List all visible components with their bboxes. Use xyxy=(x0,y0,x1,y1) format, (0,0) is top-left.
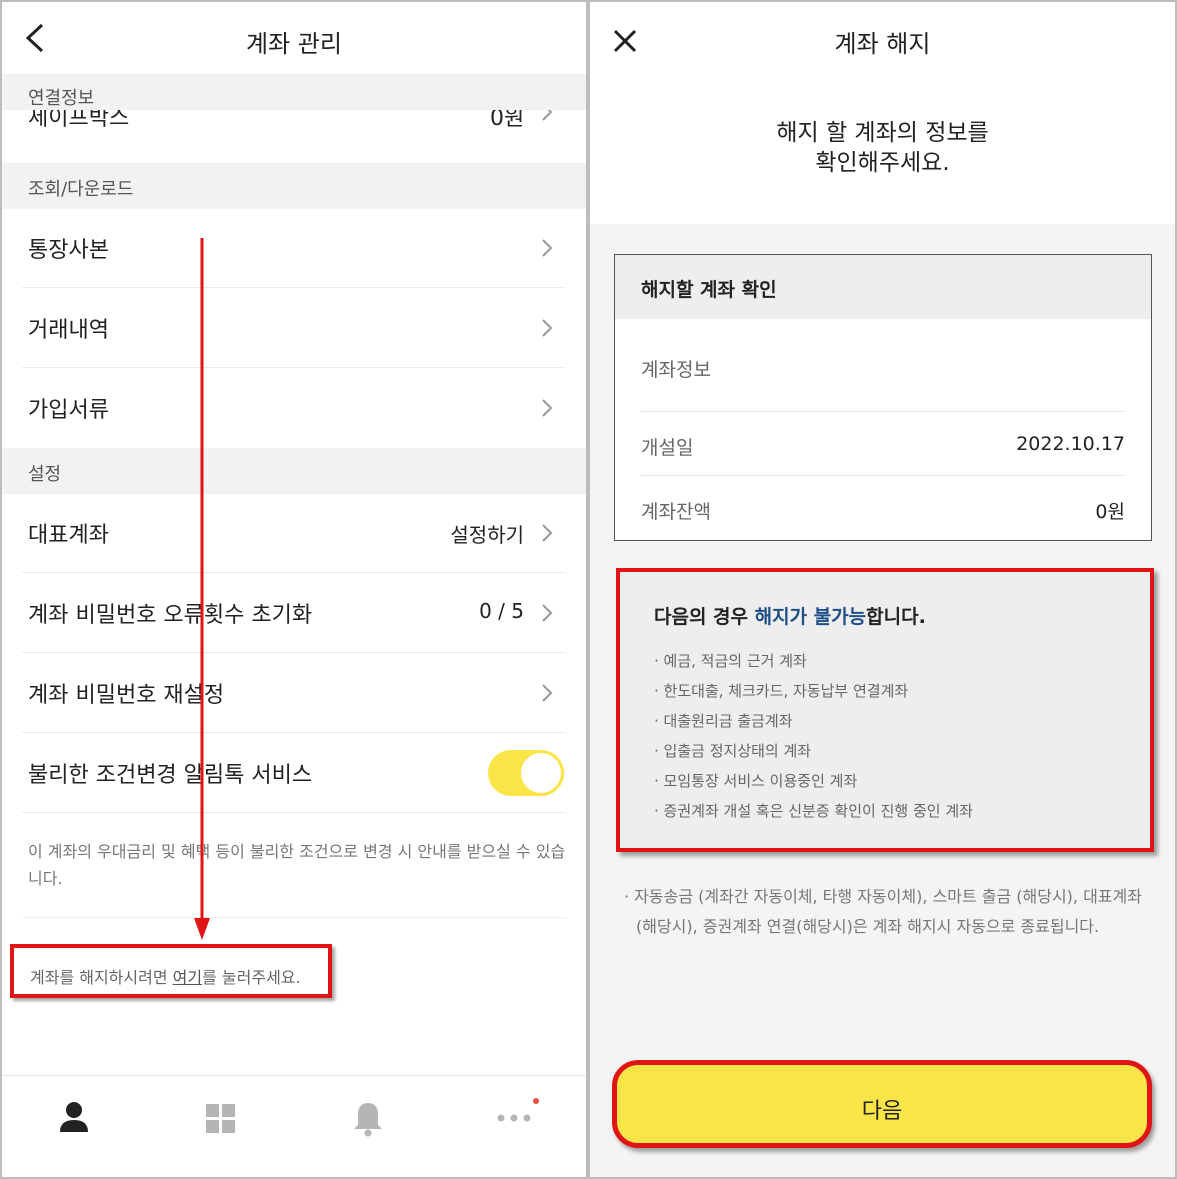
card-header: 해지할 계좌 확인 xyxy=(615,255,1151,319)
menu-item-bankbook-copy[interactable]: 통장사본 xyxy=(22,208,566,288)
header: 계좌 관리 xyxy=(2,2,586,74)
menu-item-alimtalk-service: 불리한 조건변경 알림톡 서비스 xyxy=(22,733,566,813)
menu-item-label: 불리한 조건변경 알림톡 서비스 xyxy=(28,763,313,788)
menu-item-signup-documents[interactable]: 가입서류 xyxy=(22,368,566,448)
headline: 해지 할 계좌의 정보를 확인해주세요. xyxy=(590,118,1175,178)
menu-item-password-error-reset[interactable]: 계좌 비밀번호 오류횟수 초기화 0 / 5 xyxy=(22,573,566,653)
toggle-knob xyxy=(521,753,561,793)
safebox-label: 세이프박스 xyxy=(28,110,130,130)
person-icon[interactable] xyxy=(54,1098,94,1138)
more-icon[interactable] xyxy=(494,1098,544,1138)
cancel-account-prompt: 계좌를 해지하시려면 여기를 눌러주세요. xyxy=(30,964,301,988)
headline-line-2: 확인해주세요. xyxy=(815,150,950,176)
annotation-arrow xyxy=(194,238,210,940)
menu-item-label: 통장사본 xyxy=(28,238,109,263)
cancel-prompt-after: 를 눌러주세요. xyxy=(202,968,301,987)
list-item: 예금, 적금의 근거 계좌 xyxy=(654,646,973,676)
divider xyxy=(641,411,1125,412)
chevron-right-icon xyxy=(542,524,553,542)
card-title: 해지할 계좌 확인 xyxy=(641,279,777,301)
menu-item-label: 거래내역 xyxy=(28,318,109,343)
menu-item-label: 가입서류 xyxy=(28,398,109,423)
card-label: 계좌정보 xyxy=(641,359,711,381)
cancellation-restrictions-box: 다음의 경우 해지가 불가능합니다. 예금, 적금의 근거 계좌 한도대출, 체… xyxy=(616,568,1154,852)
menu-item-value: 0 / 5 xyxy=(479,599,524,623)
card-label: 계좌잔액 xyxy=(641,501,711,523)
menu-item-transaction-history[interactable]: 거래내역 xyxy=(22,288,566,368)
cancel-account-link[interactable]: 여기 xyxy=(173,968,202,987)
notification-dot xyxy=(533,1098,539,1104)
chevron-right-icon xyxy=(542,319,553,337)
grid-icon[interactable] xyxy=(200,1098,240,1138)
card-label: 개설일 xyxy=(641,437,694,459)
screen-divider xyxy=(586,0,590,1179)
warning-title-before: 다음의 경우 xyxy=(654,606,755,628)
chevron-right-icon xyxy=(542,239,553,257)
chevron-right-icon xyxy=(542,684,553,702)
list-item: 한도대출, 체크카드, 자동납부 연결계좌 xyxy=(654,676,973,706)
auto-termination-note: 자동송금 (계좌간 자동이체, 타행 자동이체), 스마트 출금 (해당시), … xyxy=(624,882,1144,942)
list-item: 증권계좌 개설 혹은 신분증 확인이 진행 중인 계좌 xyxy=(654,796,973,826)
warning-title: 다음의 경우 해지가 불가능합니다. xyxy=(654,602,926,629)
list-item: 입출금 정지상태의 계좌 xyxy=(654,736,973,766)
card-value: 2022.10.17 xyxy=(1016,433,1125,455)
safebox-value: 0원 xyxy=(490,110,525,130)
account-management-screen: 계좌 관리 연결정보 세이프박스 0원 조회/다운로드 통장사본 거래내역 가입… xyxy=(2,2,586,1177)
warning-title-accent: 해지가 불가능 xyxy=(754,606,867,628)
menu-item-password-reset[interactable]: 계좌 비밀번호 재설정 xyxy=(22,653,566,733)
top-area: 계좌 해지 해지 할 계좌의 정보를 확인해주세요. xyxy=(590,2,1175,224)
divider xyxy=(641,475,1125,476)
warning-title-after: 합니다. xyxy=(866,606,926,628)
headline-line-1: 해지 할 계좌의 정보를 xyxy=(776,120,989,146)
account-info-card: 해지할 계좌 확인 계좌정보 개설일 2022.10.17 계좌잔액 0원 xyxy=(614,254,1152,541)
next-button[interactable]: 다음 xyxy=(612,1060,1152,1148)
page-title: 계좌 해지 xyxy=(834,30,931,58)
account-cancellation-screen: 계좌 해지 해지 할 계좌의 정보를 확인해주세요. 해지할 계좌 확인 계좌정… xyxy=(590,2,1175,1177)
page-title: 계좌 관리 xyxy=(246,30,342,58)
section-header-query: 조회/다운로드 xyxy=(2,163,586,209)
menu-item-label: 대표계좌 xyxy=(28,523,109,548)
chevron-right-icon xyxy=(542,604,553,622)
menu-item-value: 설정하기 xyxy=(450,523,524,547)
section-header-settings: 설정 xyxy=(2,448,586,494)
next-button-label: 다음 xyxy=(861,1099,903,1124)
menu-item-primary-account[interactable]: 대표계좌 설정하기 xyxy=(22,493,566,573)
bottom-tab-bar xyxy=(2,1075,586,1177)
alimtalk-toggle[interactable] xyxy=(488,750,564,796)
safebox-row-peek[interactable]: 세이프박스 0원 xyxy=(2,110,586,130)
bell-icon[interactable] xyxy=(348,1098,388,1138)
menu-item-label: 계좌 비밀번호 오류횟수 초기화 xyxy=(28,603,313,628)
list-item: 대출원리금 출금계좌 xyxy=(654,706,973,736)
alimtalk-notice: 이 계좌의 우대금리 및 혜택 등이 불리한 조건으로 변경 시 안내를 받으실… xyxy=(28,842,566,888)
restriction-list: 예금, 적금의 근거 계좌 한도대출, 체크카드, 자동납부 연결계좌 대출원리… xyxy=(654,646,973,826)
cancel-account-highlight: 계좌를 해지하시려면 여기를 눌러주세요. xyxy=(10,944,332,998)
chevron-right-icon xyxy=(542,399,553,417)
card-value: 0원 xyxy=(1095,501,1125,523)
divider xyxy=(22,917,566,918)
list-item: 모임통장 서비스 이용중인 계좌 xyxy=(654,766,973,796)
chevron-right-icon xyxy=(542,110,553,121)
cancel-prompt-before: 계좌를 해지하시려면 xyxy=(30,968,173,987)
